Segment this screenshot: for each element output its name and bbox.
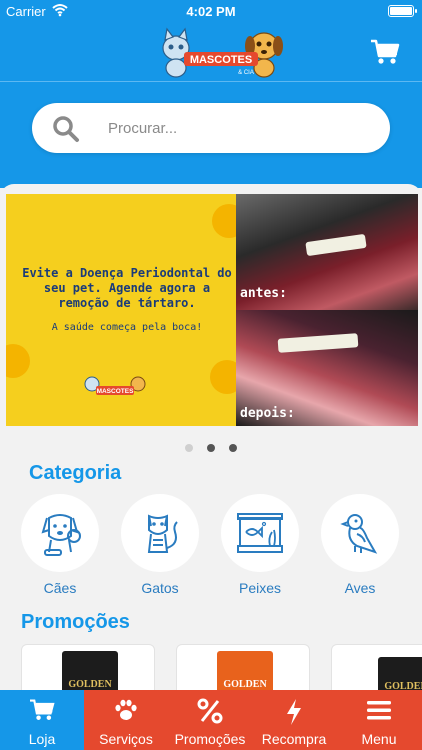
bird-icon [340, 514, 378, 554]
tab-menu[interactable]: Menu [336, 690, 422, 750]
carousel-dot[interactable] [229, 444, 237, 452]
tab-promotions[interactable]: Promoções [168, 690, 252, 750]
paw-icon [115, 699, 137, 720]
product-image: GOLDEN [217, 651, 273, 690]
tab-bar: Loja Serviços Promoções Recompra Menu [0, 690, 422, 750]
after-label: depois: [240, 406, 295, 421]
tab-label: Recompra [261, 731, 327, 747]
cat-icon [147, 514, 178, 553]
emoji-decoration [6, 344, 30, 378]
promo-product-card[interactable]: GOLDEN [331, 644, 422, 690]
tab-services[interactable]: Serviços [84, 690, 168, 750]
logo-text: MASCOTES [190, 54, 252, 66]
category-dogs[interactable]: Cães [20, 494, 100, 596]
category-fish[interactable]: Peixes [220, 494, 300, 596]
category-label: Aves [344, 580, 376, 596]
carousel-dot[interactable] [185, 444, 193, 452]
clock: 4:02 PM [186, 4, 236, 19]
product-brand: GOLDEN [68, 679, 112, 690]
banner-tagline: A saúde começa pela boca! [51, 322, 203, 333]
banner-headline: Evite a Doença Periodontal do seu pet. A… [22, 266, 232, 310]
category-title: Categoria [29, 462, 122, 484]
category-label: Gatos [141, 580, 179, 596]
tab-label: Promoções [174, 731, 246, 747]
search-area [0, 82, 422, 188]
tab-label: Loja [28, 731, 56, 747]
before-label: antes: [240, 286, 287, 301]
logo-subtext: & CIA [238, 70, 254, 76]
status-bar: Carrier 4:02 PM [0, 0, 422, 22]
tab-label: Menu [361, 731, 397, 747]
promo-banner[interactable]: Evite a Doença Periodontal do seu pet. A… [6, 194, 418, 426]
promo-product-card[interactable]: GOLDEN [176, 644, 310, 690]
promotions-title: Promoções [21, 611, 130, 633]
category-label: Peixes [238, 580, 282, 596]
aquarium-icon [237, 513, 283, 553]
tab-store[interactable]: Loja [0, 690, 84, 750]
product-image: GOLDEN [378, 657, 422, 690]
promo-product-card[interactable]: GOLDEN [21, 644, 155, 690]
tab-label: Serviços [99, 731, 153, 747]
banner-logo: MASCOTES [84, 376, 146, 395]
product-brand: GOLDEN [223, 679, 267, 690]
search-bar[interactable] [32, 103, 390, 153]
main-content: Evite a Doença Periodontal do seu pet. A… [0, 184, 422, 690]
banner-text-panel: Evite a Doença Periodontal do seu pet. A… [6, 194, 246, 426]
category-label: Cães [43, 580, 77, 596]
store-cart-icon [30, 699, 55, 720]
battery-icon [388, 5, 417, 17]
hamburger-icon [367, 701, 391, 720]
carousel-indicator [0, 439, 422, 457]
percent-icon [197, 698, 223, 724]
search-icon [53, 116, 79, 142]
app-header: MASCOTES & CIA [0, 22, 422, 82]
banner-logo-text: MASCOTES [97, 388, 135, 395]
product-image: GOLDEN [62, 651, 118, 690]
lightning-icon [287, 699, 301, 725]
category-birds[interactable]: Aves [320, 494, 400, 596]
tab-repurchase[interactable]: Recompra [252, 690, 336, 750]
search-input[interactable] [108, 115, 368, 141]
mascotes-logo: MASCOTES & CIA [162, 27, 283, 78]
dog-icon [41, 514, 81, 556]
carousel-dot-active[interactable] [207, 444, 215, 452]
cart-icon[interactable] [370, 38, 400, 66]
category-cats[interactable]: Gatos [120, 494, 200, 596]
product-brand: GOLDEN [384, 681, 422, 690]
